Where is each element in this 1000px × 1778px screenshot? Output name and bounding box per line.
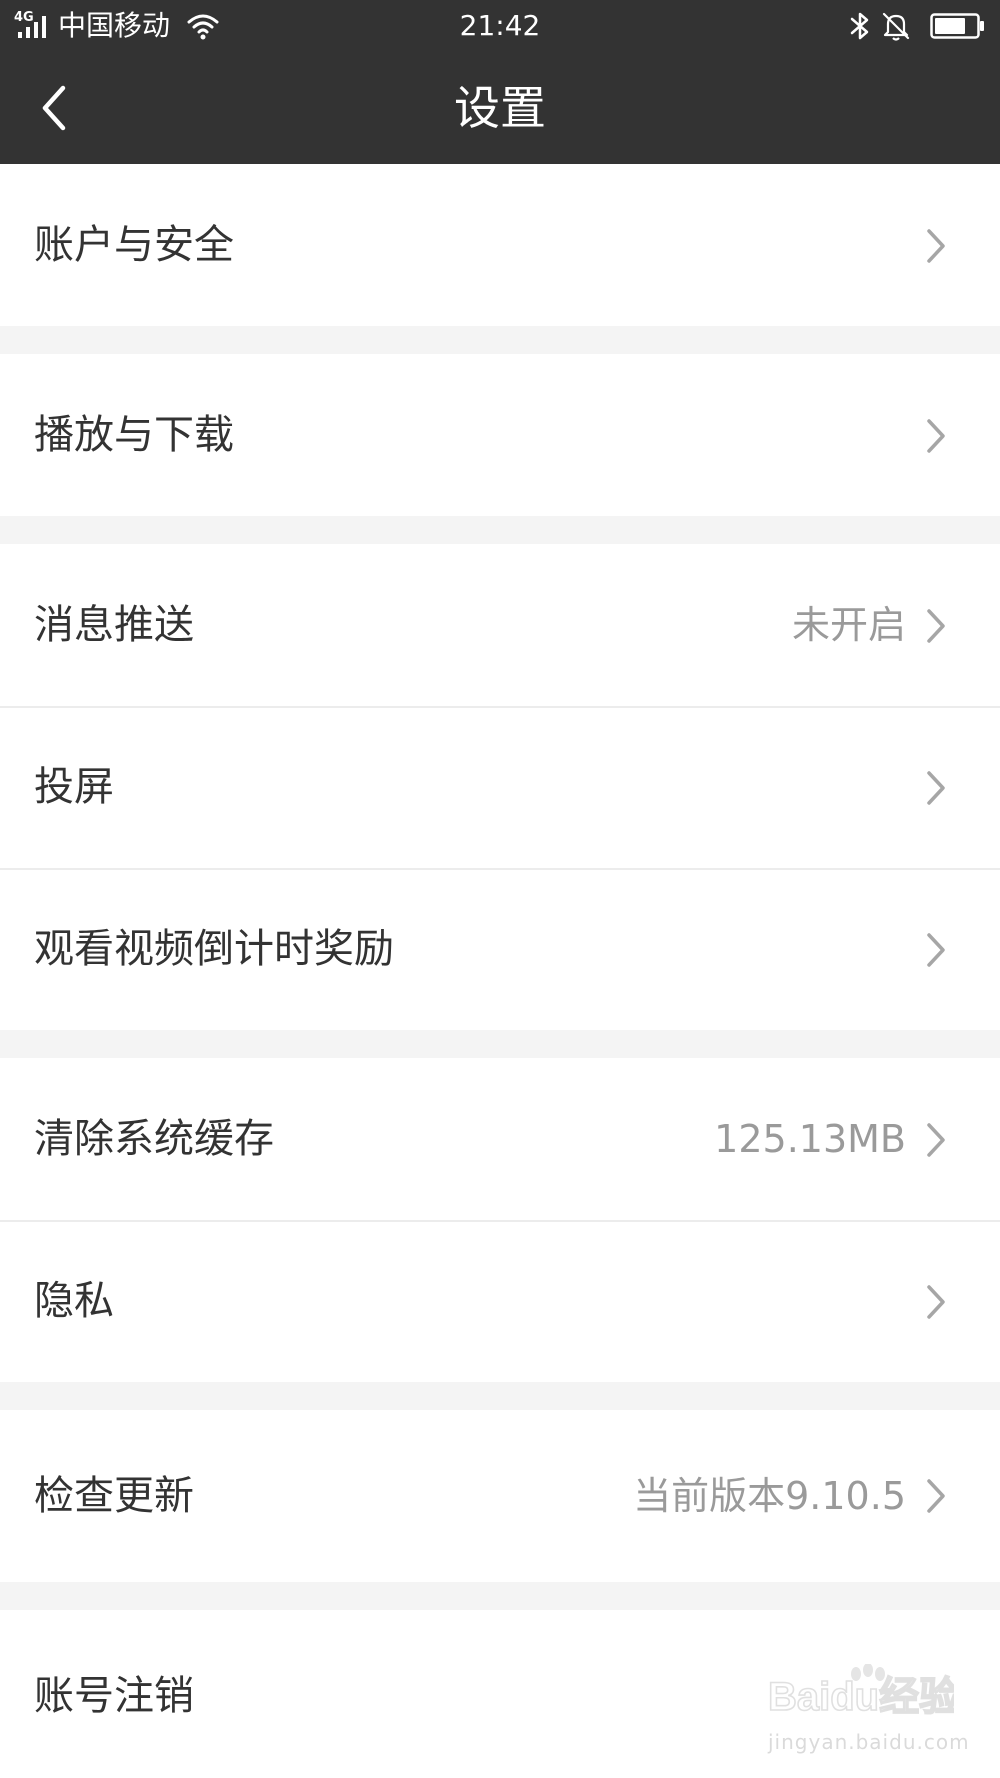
chevron-right-icon bbox=[924, 416, 948, 456]
settings-item-label: 账户与安全 bbox=[34, 222, 234, 268]
settings-group-playback: 播放与下载 bbox=[0, 354, 1000, 516]
settings-item-account-security[interactable]: 账户与安全 bbox=[0, 164, 1000, 326]
group-divider bbox=[0, 516, 1000, 544]
status-bar: 4G 中国移动 21:42 bbox=[0, 0, 1000, 52]
settings-group-storage-privacy: 清除系统缓存 125.13MB 隐私 bbox=[0, 1058, 1000, 1382]
settings-item-label: 观看视频倒计时奖励 bbox=[34, 926, 394, 972]
settings-item-label: 清除系统缓存 bbox=[34, 1116, 274, 1162]
baidu-logo: Baidu经验 bbox=[764, 1664, 954, 1734]
settings-item-label: 投屏 bbox=[34, 764, 114, 810]
settings-item-clear-cache[interactable]: 清除系统缓存 125.13MB bbox=[0, 1058, 1000, 1220]
bluetooth-icon bbox=[848, 10, 872, 42]
chevron-right-icon bbox=[924, 1476, 948, 1516]
settings-group-update: 检查更新 当前版本9.10.5 bbox=[0, 1410, 1000, 1582]
watermark-url: jingyan.baidu.com bbox=[768, 1730, 970, 1754]
settings-item-label: 账号注销 bbox=[34, 1673, 194, 1719]
chevron-right-icon bbox=[924, 930, 948, 970]
settings-screen: 4G 中国移动 21:42 设置 账户与安全 播放与下载 消息推送 未开启 投屏… bbox=[0, 0, 1000, 1778]
settings-item-check-update[interactable]: 检查更新 当前版本9.10.5 bbox=[0, 1410, 1000, 1582]
settings-item-value: 125.13MB bbox=[714, 1117, 906, 1161]
settings-item-watch-countdown-reward[interactable]: 观看视频倒计时奖励 bbox=[0, 868, 1000, 1030]
settings-item-value: 当前版本9.10.5 bbox=[633, 1474, 906, 1518]
battery-icon bbox=[930, 13, 986, 39]
settings-group-notifications: 消息推送 未开启 投屏 观看视频倒计时奖励 bbox=[0, 544, 1000, 1030]
svg-text:Baidu经验: Baidu经验 bbox=[768, 1675, 954, 1719]
settings-item-label: 隐私 bbox=[34, 1278, 114, 1324]
settings-item-playback-download[interactable]: 播放与下载 bbox=[0, 354, 1000, 516]
group-divider bbox=[0, 326, 1000, 354]
settings-item-screen-cast[interactable]: 投屏 bbox=[0, 706, 1000, 868]
group-divider bbox=[0, 1382, 1000, 1410]
chevron-right-icon bbox=[924, 606, 948, 646]
chevron-right-icon bbox=[924, 1282, 948, 1322]
page-title: 设置 bbox=[454, 81, 546, 135]
settings-item-label: 检查更新 bbox=[34, 1473, 194, 1519]
chevron-right-icon bbox=[924, 226, 948, 266]
settings-item-privacy[interactable]: 隐私 bbox=[0, 1220, 1000, 1382]
group-divider bbox=[0, 1582, 1000, 1610]
settings-item-label: 播放与下载 bbox=[34, 412, 234, 458]
settings-list: 账户与安全 播放与下载 消息推送 未开启 投屏 观看视频倒计时奖励 清除系统缓存… bbox=[0, 164, 1000, 1778]
settings-item-value: 未开启 bbox=[791, 603, 906, 647]
settings-group-account: 账户与安全 bbox=[0, 164, 1000, 326]
group-divider bbox=[0, 1030, 1000, 1058]
chevron-right-icon bbox=[924, 768, 948, 808]
settings-item-message-push[interactable]: 消息推送 未开启 bbox=[0, 544, 1000, 706]
chevron-right-icon bbox=[924, 1120, 948, 1160]
title-bar: 设置 bbox=[0, 52, 1000, 164]
settings-item-label: 消息推送 bbox=[34, 602, 194, 648]
bell-mute-icon bbox=[880, 10, 912, 42]
baidu-jingyan-watermark: Baidu经验 jingyan.baidu.com bbox=[760, 1664, 969, 1764]
top-bar: 4G 中国移动 21:42 设置 bbox=[0, 0, 1000, 164]
